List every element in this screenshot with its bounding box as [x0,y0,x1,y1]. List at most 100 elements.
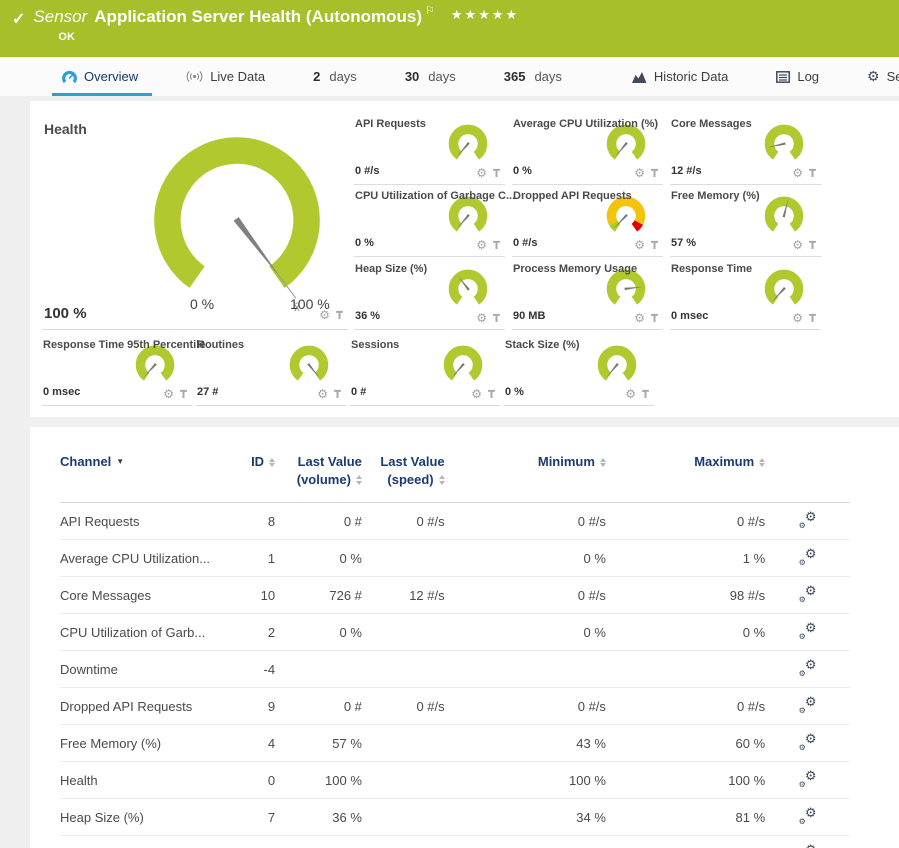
gear-icon[interactable]: ⚙ [319,309,330,321]
gauge-icon [62,70,77,84]
gear-icon[interactable]: ⚙ [634,167,645,179]
edit-channel-icon[interactable]: ⚙⚙ [799,660,817,676]
gear-icon[interactable]: ⚙ [625,388,636,400]
gear-icon[interactable]: ⚙ [476,167,487,179]
gauge-value: 0 msec [671,310,708,322]
flag-icon[interactable]: ⚐ [425,4,435,17]
gear-icon[interactable]: ⚙ [476,312,487,324]
gauge-title: Dropped API Requests [513,190,632,202]
last-value-volume: 0 % [275,540,362,577]
gear-icon[interactable]: ⚙ [792,167,803,179]
broadcast-icon [186,70,203,83]
gauge-cell: Dropped API Requests0 #/s⚙ [512,185,663,257]
sensor-header: ✓ Sensor Application Server Health (Auto… [0,0,899,57]
gear-icon[interactable]: ⚙ [634,312,645,324]
gauge-cell: Response Time 95th Percentile0 msec⚙ [42,334,192,406]
channel-name: CPU Utilization of Garb... [60,614,215,651]
channel-row[interactable]: Core Messages10726 #12 #/s0 #/s98 #/s⚙⚙ [60,577,850,614]
channel-row[interactable]: Average CPU Utilization...10 %0 %1 %⚙⚙ [60,540,850,577]
pin-icon[interactable] [808,313,817,323]
minimum-value: 34 % [445,799,606,836]
channel-row[interactable]: Heap Size (%)736 %34 %81 %⚙⚙ [60,799,850,836]
channel-row[interactable]: Downtime-4⚙⚙ [60,651,850,688]
tab-historic-data[interactable]: Historic Data [628,57,732,96]
gear-icon[interactable]: ⚙ [792,312,803,324]
channel-row[interactable]: Dropped API Requests90 #0 #/s0 #/s0 #/s⚙… [60,688,850,725]
pin-icon[interactable] [179,389,188,399]
pin-icon[interactable] [641,389,650,399]
edit-channel-icon[interactable]: ⚙⚙ [799,623,817,639]
channel-row[interactable]: Free Memory (%)457 %43 %60 %⚙⚙ [60,725,850,762]
gauge-cell: Routines27 #⚙ [196,334,346,406]
edit-channel-icon[interactable]: ⚙⚙ [799,697,817,713]
pin-icon[interactable] [650,313,659,323]
channel-id: 9 [215,688,275,725]
gear-icon[interactable]: ⚙ [476,239,487,251]
priority-stars-icon[interactable]: ★★★★★ [451,7,519,23]
pin-icon[interactable] [492,240,501,250]
tab-2-days[interactable]: 2days [309,57,361,96]
column-header-id[interactable]: ID [215,447,275,503]
gauges-panel: Health x̄ 0 % 100 % 100 % ⚙ API Requests… [30,101,899,417]
maximum-value: 60 % [606,725,765,762]
column-header-spd[interactable]: Last Value(speed) [362,447,445,503]
tab-365-days[interactable]: 365days [500,57,566,96]
last-value-volume: 0 % [275,614,362,651]
edit-channel-icon[interactable]: ⚙⚙ [799,734,817,750]
edit-channel-icon[interactable]: ⚙⚙ [799,586,817,602]
channel-row[interactable]: Process Memory Usage590 MB87 MB113 MB⚙⚙ [60,836,850,848]
last-value-speed [362,725,445,762]
gear-icon[interactable]: ⚙ [317,388,328,400]
column-header-max[interactable]: Maximum [606,447,765,503]
pin-icon[interactable] [808,168,817,178]
pin-icon[interactable] [650,240,659,250]
edit-channel-icon[interactable]: ⚙⚙ [799,771,817,787]
last-value-speed: 0 #/s [362,688,445,725]
gauge-cell: CPU Utilization of Garbage C...0 %⚙ [354,185,505,257]
gauge-dial [439,265,497,309]
gear-icon[interactable]: ⚙ [792,239,803,251]
channel-id: 8 [215,503,275,540]
last-value-volume: 36 % [275,799,362,836]
edit-channel-icon[interactable]: ⚙⚙ [799,549,817,565]
gear-icon[interactable]: ⚙ [634,239,645,251]
pin-icon[interactable] [650,168,659,178]
page-content: Health x̄ 0 % 100 % 100 % ⚙ API Requests… [0,96,899,848]
tab-settings[interactable]: ⚙ Settings [863,57,899,96]
minimum-value: 0 % [445,540,606,577]
pin-icon[interactable] [492,168,501,178]
tab-overview[interactable]: Overview [58,57,142,96]
gear-icon[interactable]: ⚙ [163,388,174,400]
health-gauge-dial: x̄ [124,125,350,321]
channel-row[interactable]: CPU Utilization of Garb...20 %0 %0 %⚙⚙ [60,614,850,651]
gauge-cell: API Requests0 #/s⚙ [354,113,505,185]
column-header-channel[interactable]: Channel▼ [60,447,215,503]
channel-row[interactable]: Health0100 %100 %100 %⚙⚙ [60,762,850,799]
pin-icon[interactable] [487,389,496,399]
gauge-cell: Response Time0 msec⚙ [670,258,821,330]
edit-channel-icon[interactable]: ⚙⚙ [799,512,817,528]
gauge-cell: Heap Size (%)36 %⚙ [354,258,505,330]
tab-log[interactable]: Log [772,57,823,96]
last-value-speed [362,614,445,651]
column-header-min[interactable]: Minimum [445,447,606,503]
pin-icon[interactable] [492,313,501,323]
gear-icon[interactable]: ⚙ [471,388,482,400]
gauge-title: Process Memory Usage [513,263,637,275]
pin-icon[interactable] [808,240,817,250]
column-header-ic[interactable] [765,447,850,503]
last-value-speed [362,836,445,848]
pin-icon[interactable] [333,389,342,399]
gauge-value: 0 % [513,165,532,177]
tab-30-days[interactable]: 30days [401,57,460,96]
column-header-vol[interactable]: Last Value(volume) [275,447,362,503]
last-value-speed [362,799,445,836]
tab-live-data[interactable]: Live Data [182,57,269,96]
edit-channel-icon[interactable]: ⚙⚙ [799,808,817,824]
channel-row[interactable]: API Requests80 #0 #/s0 #/s0 #/s⚙⚙ [60,503,850,540]
gauge-title: Routines [197,339,244,351]
gauge-title: Free Memory (%) [671,190,760,202]
pin-icon[interactable] [335,310,344,320]
status-check-icon: ✓ [12,9,25,29]
gauge-value: 0 % [505,386,524,398]
